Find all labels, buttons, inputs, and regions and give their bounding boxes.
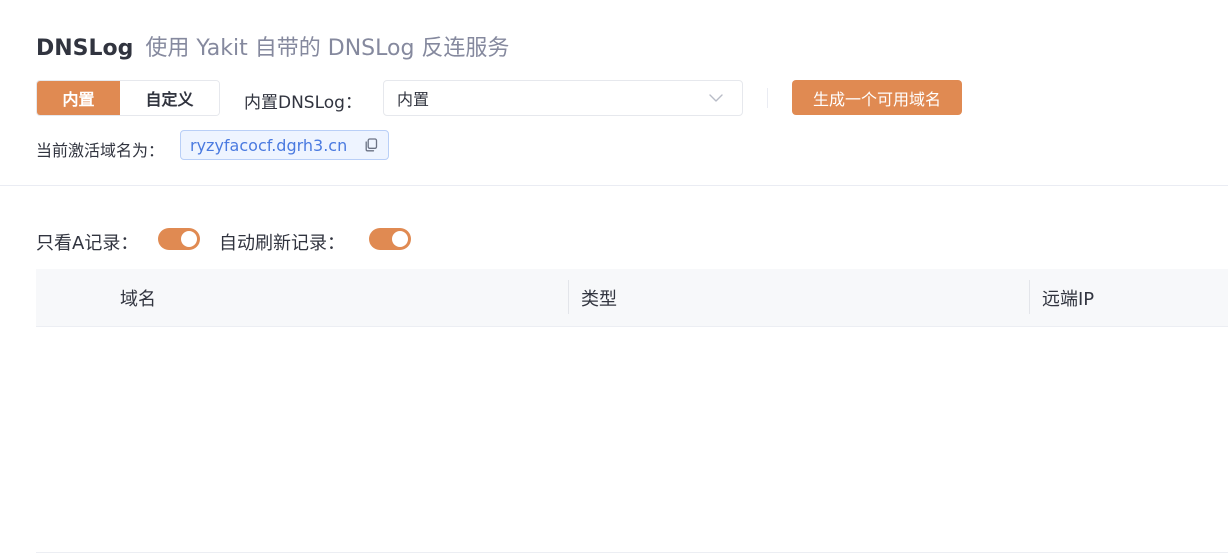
active-domain-value: ryzyfacocf.dgrh3.cn [190,135,348,155]
auto-refresh-label: 自动刷新记录： [219,233,345,254]
column-header-domain[interactable]: 域名 [120,269,156,327]
records-table-header: 域名 类型 远端IP [36,269,1228,327]
page-header: DNSLog 使用 Yakit 自带的 DNSLog 反连服务 [36,30,510,61]
dnslog-select[interactable]: 内置 [383,80,743,116]
column-divider [568,280,569,314]
generate-domain-button[interactable]: 生成一个可用域名 [792,80,962,115]
only-a-record-switch[interactable] [158,228,200,250]
switch-knob [181,231,197,247]
toolbar-divider [767,88,768,108]
column-header-type[interactable]: 类型 [581,269,617,327]
switch-knob [392,231,408,247]
chevron-down-icon [709,94,723,102]
tab-custom[interactable]: 自定义 [120,81,219,115]
active-domain-tag: ryzyfacocf.dgrh3.cn [180,130,389,160]
dnslog-select-value: 内置 [397,90,430,109]
copy-icon[interactable] [364,138,378,152]
auto-refresh-switch[interactable] [369,228,411,250]
dnslog-page: DNSLog 使用 Yakit 自带的 DNSLog 反连服务 内置 自定义 内… [0,0,1228,555]
active-domain-label: 当前激活域名为： [36,141,165,160]
mode-segmented-control: 内置 自定义 [36,80,220,116]
tab-builtin[interactable]: 内置 [37,81,120,115]
page-title: DNSLog [36,36,134,61]
dnslog-select-label: 内置DNSLog： [244,93,362,113]
column-divider [1029,280,1030,314]
only-a-record-label: 只看A记录： [36,233,139,254]
column-header-remote-ip[interactable]: 远端IP [1042,269,1094,327]
table-bottom-border [36,552,1228,553]
section-divider [0,185,1228,186]
page-subtitle: 使用 Yakit 自带的 DNSLog 反连服务 [145,36,510,61]
